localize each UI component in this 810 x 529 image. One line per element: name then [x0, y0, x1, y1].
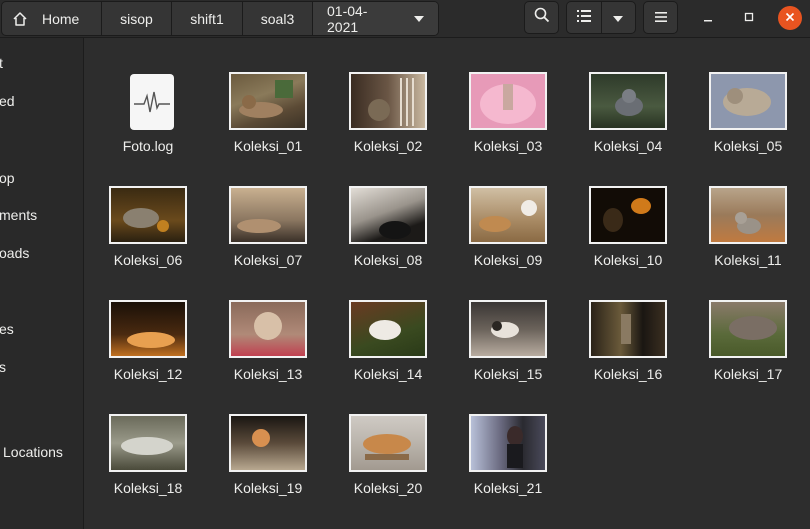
log-file-icon [130, 74, 174, 130]
sidebar-item-desktop[interactable]: op [0, 170, 15, 186]
sidebar-item-label: ments [0, 207, 38, 223]
file-item[interactable]: Koleksi_10 [568, 152, 688, 268]
file-item[interactable]: Koleksi_12 [88, 266, 208, 382]
file-name: Koleksi_17 [713, 366, 783, 382]
file-name: Koleksi_18 [113, 480, 183, 496]
view-toggle-group [566, 1, 636, 34]
image-thumbnail [349, 300, 427, 358]
file-item[interactable]: Koleksi_18 [88, 380, 208, 496]
sidebar-item-starred[interactable]: ed [0, 93, 15, 109]
list-view-icon [576, 9, 591, 27]
close-button[interactable] [778, 6, 802, 30]
sidebar-item-label: oads [0, 245, 30, 261]
sidebar-item-label: t [0, 55, 3, 71]
search-button[interactable] [524, 1, 559, 34]
file-item[interactable]: Koleksi_21 [448, 380, 568, 496]
file-item[interactable]: Koleksi_04 [568, 38, 688, 154]
file-item-foto-log[interactable]: Foto.log [88, 38, 208, 154]
file-item[interactable]: Koleksi_09 [448, 152, 568, 268]
file-grid: Foto.log Koleksi_01 Koleksi_02 Koleksi_0… [84, 38, 810, 529]
file-name: Koleksi_19 [233, 480, 303, 496]
image-thumbnail [589, 72, 667, 130]
sidebar-item-recent[interactable]: t [0, 55, 3, 71]
file-item[interactable]: Koleksi_19 [208, 380, 328, 496]
chevron-down-icon [613, 9, 624, 27]
file-name: Koleksi_21 [473, 480, 543, 496]
file-name: Koleksi_20 [353, 480, 423, 496]
file-item[interactable]: Koleksi_03 [448, 38, 568, 154]
image-thumbnail [349, 414, 427, 472]
hamburger-menu-icon [654, 9, 667, 27]
image-thumbnail [109, 186, 187, 244]
sidebar-item-label: Locations [3, 444, 63, 460]
breadcrumb-home[interactable]: Home [2, 2, 102, 35]
file-item[interactable]: Koleksi_11 [688, 152, 808, 268]
header-bar: Home sisop shift1 soal3 01-04-2021 [0, 0, 810, 38]
breadcrumb-soal3[interactable]: soal3 [243, 2, 313, 35]
image-thumbnail [709, 72, 787, 130]
file-item[interactable]: Koleksi_14 [328, 266, 448, 382]
breadcrumb-shift1[interactable]: shift1 [172, 2, 243, 35]
sidebar-item-label: es [0, 321, 14, 337]
file-item[interactable]: Koleksi_16 [568, 266, 688, 382]
maximize-icon [744, 9, 754, 27]
image-thumbnail [589, 186, 667, 244]
breadcrumb-label: 01-04-2021 [327, 2, 368, 35]
image-thumbnail [349, 72, 427, 130]
image-thumbnail [109, 414, 187, 472]
image-thumbnail [109, 300, 187, 358]
sidebar-item-pictures[interactable]: es [0, 321, 14, 337]
image-thumbnail [469, 414, 547, 472]
maximize-button[interactable] [737, 6, 761, 30]
image-thumbnail [349, 186, 427, 244]
breadcrumb-sisop[interactable]: sisop [102, 2, 172, 35]
image-thumbnail [589, 300, 667, 358]
minimize-icon [703, 9, 713, 27]
file-item[interactable]: Koleksi_07 [208, 152, 328, 268]
file-item[interactable]: Koleksi_17 [688, 266, 808, 382]
image-thumbnail [469, 300, 547, 358]
image-thumbnail [229, 72, 307, 130]
sidebar-item-label: op [0, 170, 15, 186]
file-item[interactable]: Koleksi_01 [208, 38, 328, 154]
view-options-button[interactable] [602, 2, 636, 33]
image-thumbnail [229, 186, 307, 244]
file-item[interactable]: Koleksi_02 [328, 38, 448, 154]
image-thumbnail [469, 72, 547, 130]
file-item[interactable]: Koleksi_20 [328, 380, 448, 496]
breadcrumb-current-folder[interactable]: 01-04-2021 [313, 2, 438, 35]
sidebar-item-other-locations[interactable]: Locations [3, 444, 63, 460]
image-thumbnail [709, 300, 787, 358]
file-item[interactable]: Koleksi_15 [448, 266, 568, 382]
close-icon [785, 9, 795, 27]
file-item[interactable]: Koleksi_08 [328, 152, 448, 268]
file-name: Koleksi_16 [593, 366, 663, 382]
sidebar-item-label: s [0, 359, 6, 375]
list-view-button[interactable] [567, 2, 602, 33]
sidebar-item-label: ed [0, 93, 15, 109]
file-item[interactable]: Koleksi_05 [688, 38, 808, 154]
breadcrumb-label: sisop [120, 10, 153, 27]
chevron-down-icon[interactable] [414, 15, 424, 22]
breadcrumb: Home sisop shift1 soal3 01-04-2021 [1, 1, 439, 36]
minimize-button[interactable] [696, 6, 720, 30]
search-icon [534, 7, 550, 28]
sidebar-item-downloads[interactable]: oads [0, 245, 29, 261]
file-item[interactable]: Koleksi_13 [208, 266, 328, 382]
image-thumbnail [229, 300, 307, 358]
breadcrumb-label: shift1 [190, 10, 224, 27]
sidebar: t ed op ments oads es s Locations [0, 38, 84, 529]
sidebar-item-documents[interactable]: ments [0, 207, 37, 223]
image-thumbnail [229, 414, 307, 472]
home-icon [12, 11, 28, 27]
image-thumbnail [709, 186, 787, 244]
file-item[interactable]: Koleksi_06 [88, 152, 208, 268]
main-menu-button[interactable] [643, 1, 678, 34]
sidebar-item-videos[interactable]: s [0, 359, 6, 375]
image-thumbnail [469, 186, 547, 244]
breadcrumb-home-label: Home [42, 10, 80, 27]
breadcrumb-label: soal3 [260, 10, 295, 27]
